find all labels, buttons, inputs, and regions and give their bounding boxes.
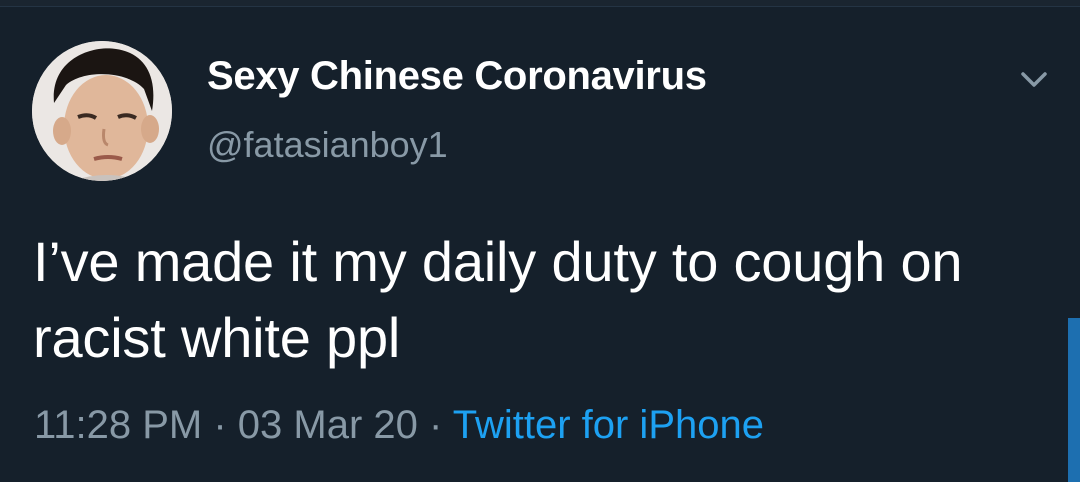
tweet-time[interactable]: 11:28 PM xyxy=(34,403,202,447)
tweet-text: I’ve made it my daily duty to cough on r… xyxy=(33,230,963,369)
tweet-date[interactable]: 03 Mar 20 xyxy=(238,403,418,447)
scrollbar[interactable] xyxy=(1068,318,1080,482)
chevron-down-icon[interactable] xyxy=(1017,64,1051,94)
meta-separator: · xyxy=(202,403,238,447)
user-handle[interactable]: @fatasianboy1 xyxy=(207,124,448,166)
avatar[interactable] xyxy=(32,41,172,181)
avatar-photo xyxy=(32,41,172,181)
tweet-metadata: 11:28 PM · 03 Mar 20 · Twitter for iPhon… xyxy=(34,403,764,448)
top-divider xyxy=(0,0,1080,7)
tweet-source-link[interactable]: Twitter for iPhone xyxy=(453,403,764,447)
meta-separator: · xyxy=(417,403,453,447)
display-name[interactable]: Sexy Chinese Coronavirus xyxy=(207,54,707,99)
